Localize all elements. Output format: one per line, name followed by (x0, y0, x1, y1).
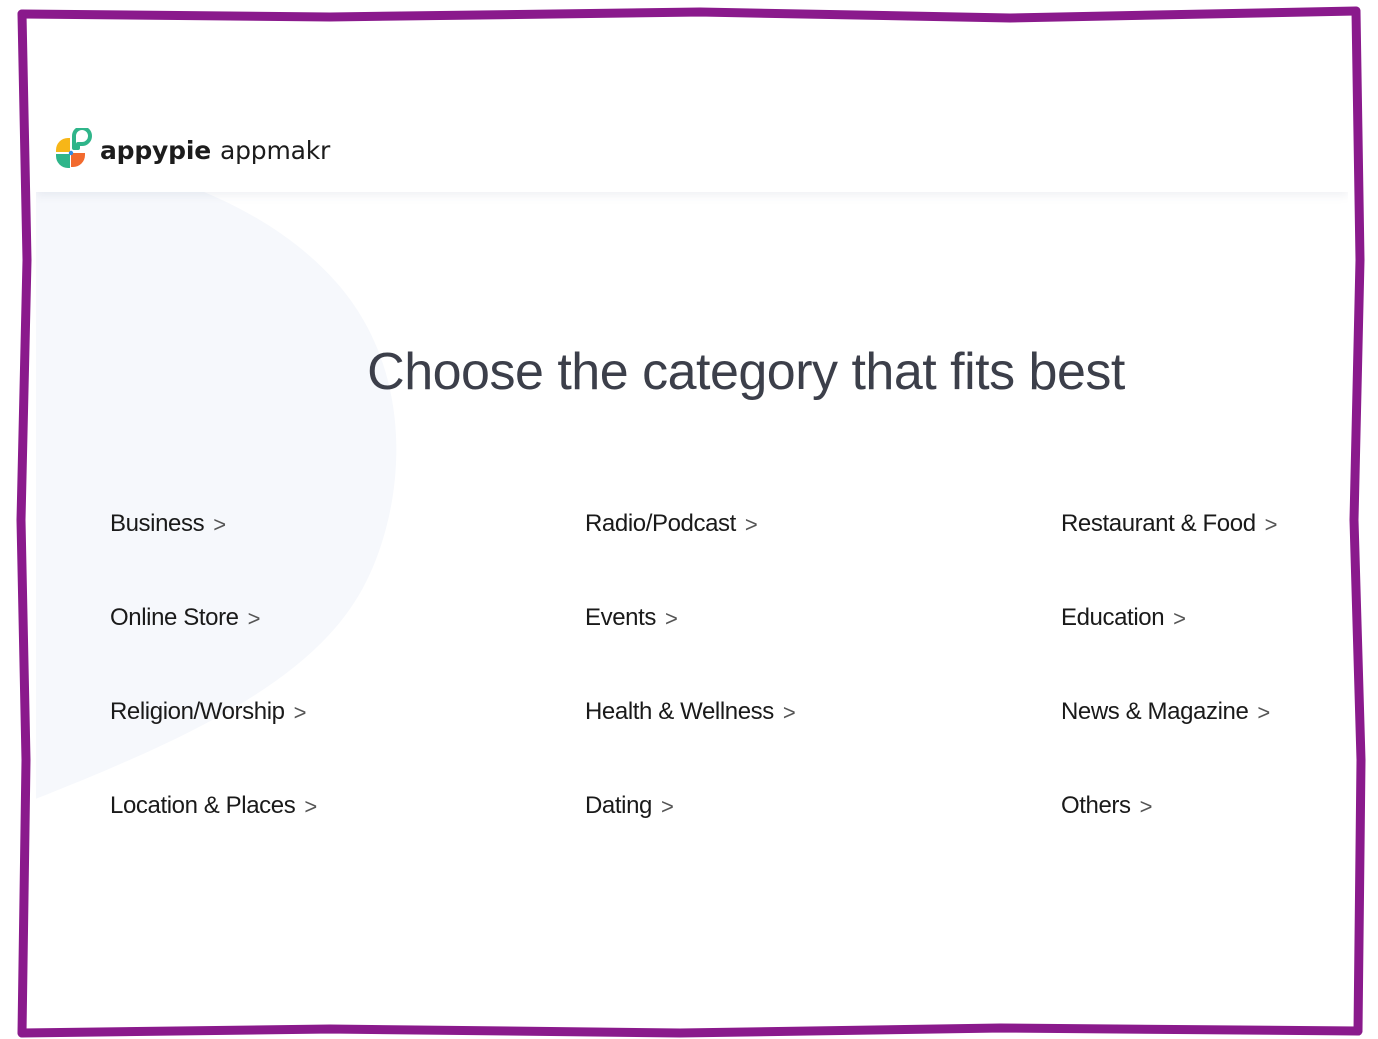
category-label: Restaurant & Food (1061, 510, 1256, 537)
category-health-wellness[interactable]: Health & Wellness > (585, 698, 1061, 738)
appypie-logo-icon (56, 128, 92, 168)
chevron-right-icon: > (782, 700, 796, 725)
page-title: Choose the category that fits best (367, 343, 1125, 401)
category-others[interactable]: Others > (1061, 792, 1341, 832)
category-label: Health & Wellness (585, 698, 774, 725)
category-label: Religion/Worship (110, 698, 285, 725)
category-label: Radio/Podcast (585, 510, 736, 537)
category-restaurant-food[interactable]: Restaurant & Food > (1061, 510, 1341, 550)
category-label: Location & Places (110, 792, 296, 819)
header: appypie appmakr (36, 22, 1348, 192)
category-label: News & Magazine (1061, 698, 1249, 725)
category-label: Dating (585, 792, 652, 819)
category-label: Others (1061, 792, 1131, 819)
category-education[interactable]: Education > (1061, 604, 1341, 644)
category-selection-page: appypie appmakr Choose the category that… (36, 22, 1348, 1028)
appypie-logo[interactable]: appypie appmakr (54, 128, 330, 172)
category-business[interactable]: Business > (110, 510, 585, 550)
logo-product-text: appmakr (219, 135, 331, 165)
category-online-store[interactable]: Online Store > (110, 604, 585, 644)
chevron-right-icon: > (664, 606, 678, 631)
chevron-right-icon: > (744, 512, 758, 537)
category-events[interactable]: Events > (585, 604, 1061, 644)
logo-brand-text: appypie (100, 135, 211, 165)
category-news-magazine[interactable]: News & Magazine > (1061, 698, 1341, 738)
category-list: Business > Radio/Podcast > Restaurant & … (110, 510, 1340, 886)
chevron-right-icon: > (304, 794, 317, 819)
chevron-right-icon: > (213, 512, 226, 537)
chevron-right-icon: > (293, 700, 307, 725)
category-radio-podcast[interactable]: Radio/Podcast > (585, 510, 1061, 550)
category-label: Online Store (110, 604, 239, 631)
category-dating[interactable]: Dating > (585, 792, 1061, 832)
category-religion-worship[interactable]: Religion/Worship > (110, 698, 585, 738)
chevron-right-icon: > (660, 794, 674, 819)
chevron-right-icon: > (247, 606, 261, 631)
category-label: Business (110, 510, 205, 537)
chevron-right-icon: > (1264, 512, 1278, 537)
category-label: Events (585, 604, 656, 631)
chevron-right-icon: > (1257, 700, 1270, 725)
chevron-right-icon: > (1139, 794, 1153, 819)
category-location-places[interactable]: Location & Places > (110, 792, 585, 832)
category-label: Education (1061, 604, 1165, 631)
chevron-right-icon: > (1173, 606, 1186, 631)
